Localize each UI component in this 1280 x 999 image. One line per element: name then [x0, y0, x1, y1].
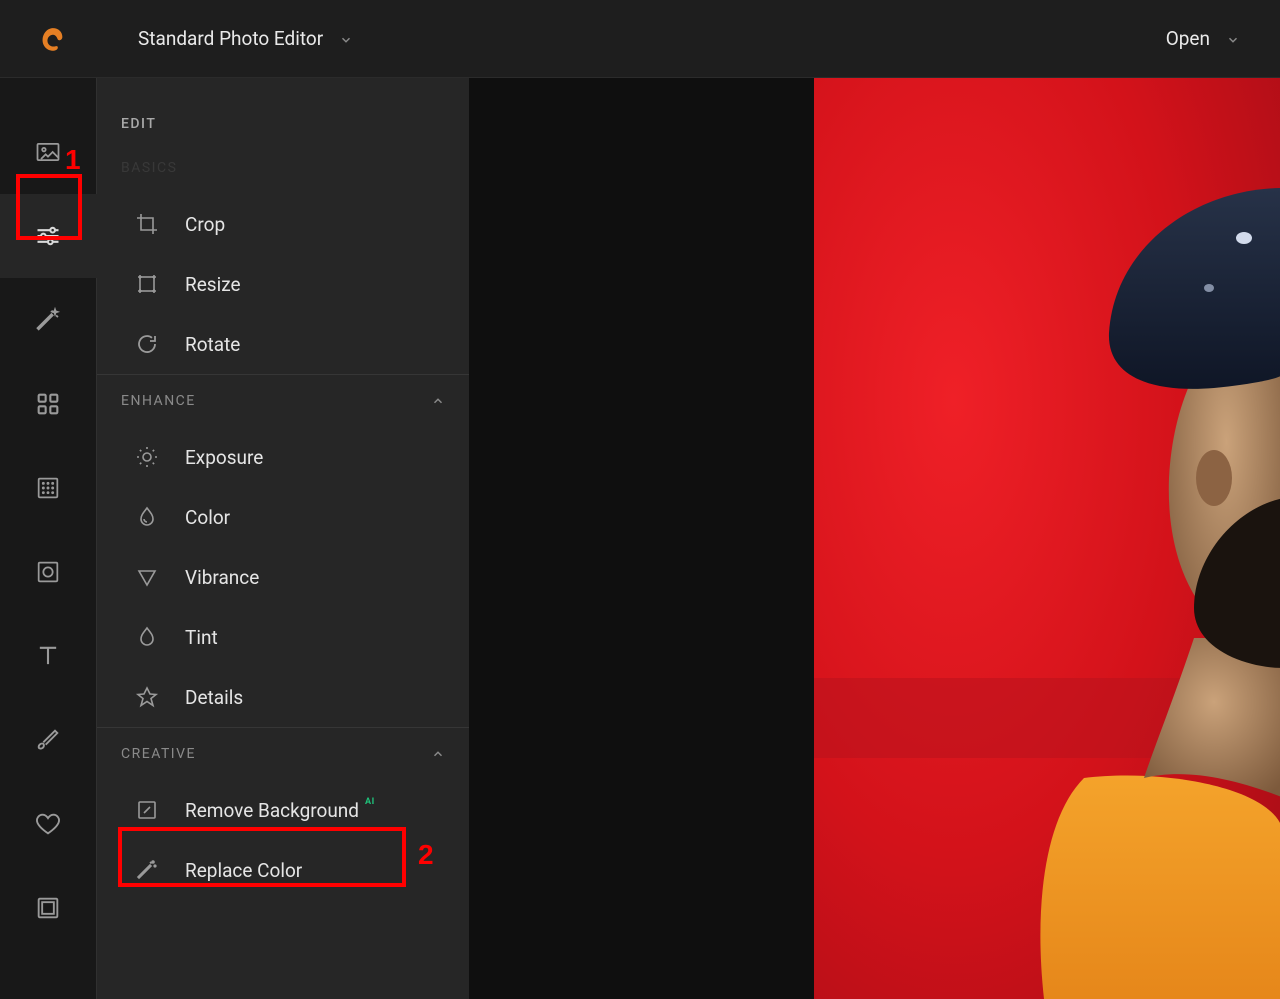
drop-icon	[135, 505, 159, 529]
canvas[interactable]	[469, 78, 1280, 999]
rail-effects[interactable]	[0, 278, 97, 362]
tool-exposure[interactable]: Exposure	[97, 427, 469, 487]
tool-rotate-label: Rotate	[185, 333, 240, 356]
editor-mode-dropdown[interactable]: Standard Photo Editor	[138, 27, 353, 50]
tool-resize[interactable]: Resize	[97, 254, 469, 314]
panel-title: EDIT	[97, 116, 469, 160]
rotate-icon	[135, 332, 159, 356]
tool-tint-label: Tint	[185, 626, 218, 649]
tint-icon	[135, 625, 159, 649]
wand-icon	[34, 306, 62, 334]
tool-color-label: Color	[185, 506, 230, 529]
tool-remove-background-label: Remove Background	[185, 799, 359, 822]
replace-color-icon	[135, 858, 159, 882]
section-enhance-header[interactable]: ENHANCE	[97, 375, 469, 427]
chevron-up-icon	[431, 747, 445, 761]
tool-crop-label: Crop	[185, 213, 225, 236]
tool-details[interactable]: Details	[97, 667, 469, 727]
sun-icon	[135, 445, 159, 469]
photo-preview	[814, 78, 1280, 999]
rail-edit[interactable]	[0, 194, 97, 278]
section-creative-label: CREATIVE	[121, 746, 196, 762]
chevron-up-icon	[431, 394, 445, 408]
chevron-down-icon	[339, 32, 353, 46]
workspace: EDIT BASICS Crop Resize Rotate ENHANCE E…	[0, 78, 1280, 999]
rail-collage[interactable]	[0, 362, 97, 446]
tool-vibrance-label: Vibrance	[185, 566, 259, 589]
editor-mode-label: Standard Photo Editor	[138, 27, 323, 50]
open-dropdown[interactable]: Open	[1166, 27, 1240, 50]
texture-icon	[34, 474, 62, 502]
rail-text[interactable]	[0, 614, 97, 698]
section-enhance-label: ENHANCE	[121, 393, 196, 409]
tool-color[interactable]: Color	[97, 487, 469, 547]
ai-badge: AI	[365, 797, 375, 807]
open-label: Open	[1166, 27, 1210, 50]
circle-frame-icon	[34, 558, 62, 586]
frames-icon	[34, 894, 62, 922]
app-logo	[40, 26, 66, 52]
tool-tint[interactable]: Tint	[97, 607, 469, 667]
tool-rotate[interactable]: Rotate	[97, 314, 469, 374]
grid-icon	[34, 390, 62, 418]
rail-vignette[interactable]	[0, 530, 97, 614]
sharpen-icon	[135, 685, 159, 709]
section-basics-header[interactable]: BASICS	[97, 160, 469, 194]
tool-exposure-label: Exposure	[185, 446, 263, 469]
rail-favorites[interactable]	[0, 782, 97, 866]
triangle-icon	[135, 565, 159, 589]
rail-image[interactable]	[0, 110, 97, 194]
brush-icon	[34, 726, 62, 754]
tool-crop[interactable]: Crop	[97, 194, 469, 254]
tool-replace-color[interactable]: Replace Color	[97, 840, 469, 900]
tool-replace-color-label: Replace Color	[185, 859, 302, 882]
resize-icon	[135, 272, 159, 296]
image-icon	[34, 138, 62, 166]
remove-bg-icon	[135, 798, 159, 822]
rail-draw[interactable]	[0, 698, 97, 782]
chevron-down-icon	[1226, 32, 1240, 46]
tool-rail	[0, 78, 97, 999]
topbar: Standard Photo Editor Open	[0, 0, 1280, 78]
section-creative-header[interactable]: CREATIVE	[97, 728, 469, 780]
tool-remove-background[interactable]: Remove Background AI	[97, 780, 469, 840]
tool-vibrance[interactable]: Vibrance	[97, 547, 469, 607]
text-icon	[34, 642, 62, 670]
crop-icon	[135, 212, 159, 236]
section-basics-label: BASICS	[121, 160, 177, 176]
edit-panel: EDIT BASICS Crop Resize Rotate ENHANCE E…	[97, 78, 469, 999]
tool-details-label: Details	[185, 686, 243, 709]
tool-resize-label: Resize	[185, 273, 241, 296]
sliders-icon	[34, 222, 62, 250]
rail-frames[interactable]	[0, 866, 97, 950]
heart-icon	[34, 810, 62, 838]
rail-texture[interactable]	[0, 446, 97, 530]
